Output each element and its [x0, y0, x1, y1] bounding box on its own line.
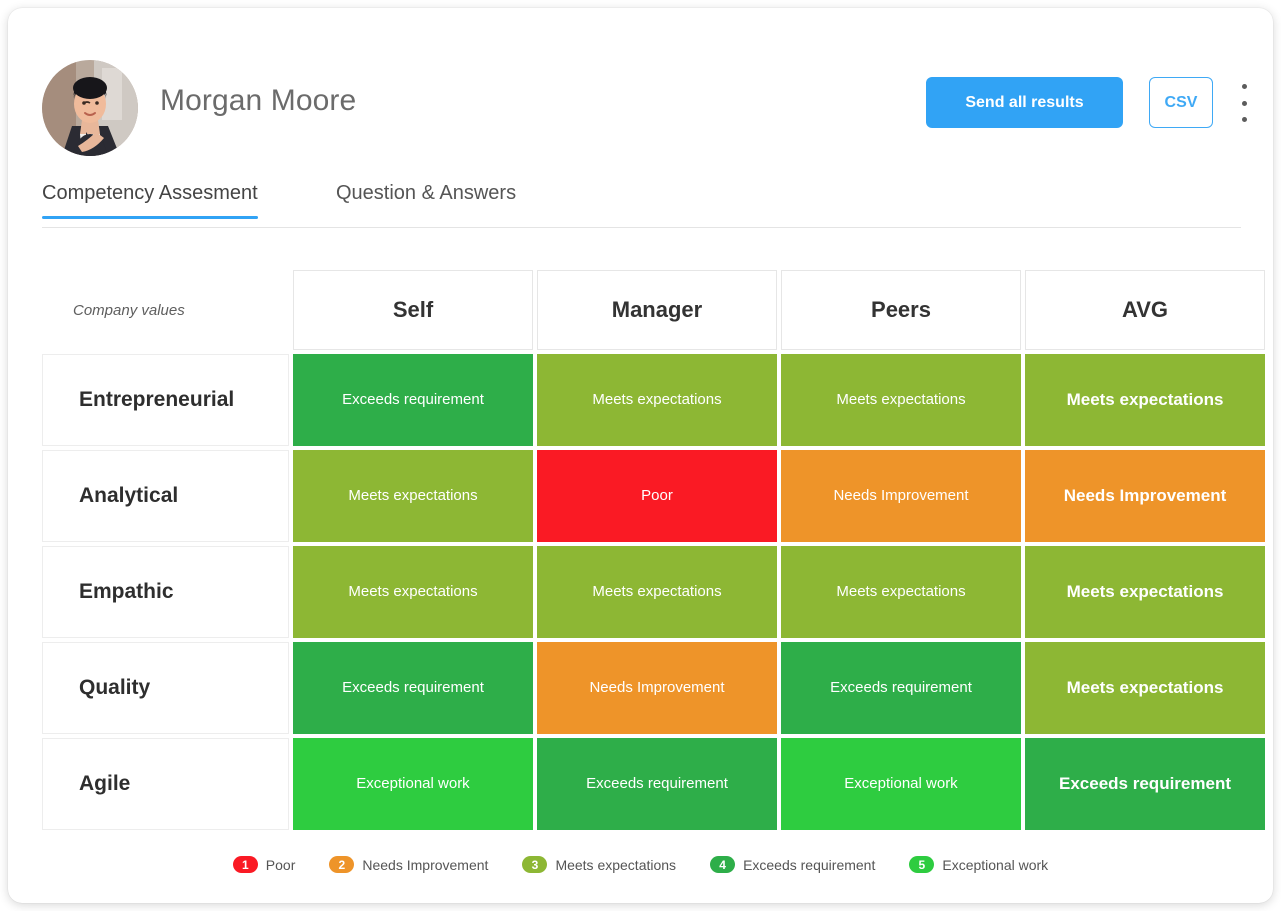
- rating-cell-analytical-avg: Needs Improvement: [1025, 450, 1265, 542]
- competency-matrix: Company values Self Manager Peers AVG En…: [42, 270, 1265, 830]
- table-row: Empathic Meets expectations Meets expect…: [42, 546, 1265, 638]
- csv-export-button[interactable]: CSV: [1149, 77, 1213, 128]
- rating-cell-empathic-avg: Meets expectations: [1025, 546, 1265, 638]
- tab-bar: Competency Assesment Question & Answers: [8, 176, 1273, 229]
- rating-cell-entrepreneurial-manager[interactable]: Meets expectations: [537, 354, 777, 446]
- rating-cell-analytical-peers[interactable]: Needs Improvement: [781, 450, 1021, 542]
- rating-cell-entrepreneurial-avg: Meets expectations: [1025, 354, 1265, 446]
- rating-cell-agile-manager[interactable]: Exceeds requirement: [537, 738, 777, 830]
- tab-bar-divider: [42, 227, 1241, 228]
- column-header-peers: Peers: [781, 270, 1021, 350]
- tab-competency-assesment[interactable]: Competency Assesment: [42, 182, 258, 219]
- legend-badge: 4: [710, 856, 736, 873]
- page-header: Morgan Moore Send all results CSV: [8, 8, 1273, 158]
- rating-cell-quality-avg: Meets expectations: [1025, 642, 1265, 734]
- rating-cell-agile-self[interactable]: Exceptional work: [293, 738, 533, 830]
- row-label-quality: Quality: [42, 642, 289, 734]
- legend-badge: 2: [329, 856, 355, 873]
- rating-cell-empathic-manager[interactable]: Meets expectations: [537, 546, 777, 638]
- legend-label: Exceptional work: [942, 856, 1049, 873]
- rating-cell-entrepreneurial-peers[interactable]: Meets expectations: [781, 354, 1021, 446]
- table-row: Entrepreneurial Exceeds requirement Meet…: [42, 354, 1265, 446]
- kebab-dot: [1241, 100, 1247, 106]
- rating-cell-quality-self[interactable]: Exceeds requirement: [293, 642, 533, 734]
- row-label-agile: Agile: [42, 738, 289, 830]
- rating-cell-agile-avg: Exceeds requirement: [1025, 738, 1265, 830]
- legend-item-meets-expectations: 3 Meets expectations: [522, 856, 676, 873]
- rating-cell-analytical-self[interactable]: Meets expectations: [293, 450, 533, 542]
- legend-item-poor: 1 Poor: [232, 856, 296, 873]
- table-row: Agile Exceptional work Exceeds requireme…: [42, 738, 1265, 830]
- table-row: Analytical Meets expectations Poor Needs…: [42, 450, 1265, 542]
- matrix-corner-cell: Company values: [42, 270, 289, 350]
- legend-label: Needs Improvement: [362, 856, 489, 873]
- rating-cell-analytical-manager[interactable]: Poor: [537, 450, 777, 542]
- legend-item-needs-improvement: 2 Needs Improvement: [329, 856, 488, 873]
- legend-badge: 5: [909, 856, 935, 873]
- rating-cell-agile-peers[interactable]: Exceptional work: [781, 738, 1021, 830]
- rating-cell-empathic-peers[interactable]: Meets expectations: [781, 546, 1021, 638]
- legend-badge: 1: [232, 856, 258, 873]
- column-header-manager: Manager: [537, 270, 777, 350]
- legend-badge: 3: [522, 856, 548, 873]
- row-label-analytical: Analytical: [42, 450, 289, 542]
- matrix-header-row: Company values Self Manager Peers AVG: [42, 270, 1265, 350]
- kebab-menu-icon[interactable]: [1232, 84, 1256, 122]
- tab-question-answers[interactable]: Question & Answers: [336, 182, 516, 205]
- column-header-avg: AVG: [1025, 270, 1265, 350]
- legend-item-exceptional-work: 5 Exceptional work: [909, 856, 1048, 873]
- send-all-results-button[interactable]: Send all results: [926, 77, 1123, 128]
- legend-label: Meets expectations: [555, 856, 677, 873]
- rating-cell-empathic-self[interactable]: Meets expectations: [293, 546, 533, 638]
- page-title: Morgan Moore: [160, 84, 357, 117]
- avatar: [42, 60, 138, 156]
- kebab-dot: [1241, 117, 1247, 122]
- report-card: Morgan Moore Send all results CSV Compet…: [8, 8, 1273, 903]
- kebab-dot: [1241, 84, 1247, 89]
- company-values-label: Company values: [73, 301, 185, 319]
- column-header-self: Self: [293, 270, 533, 350]
- table-row: Quality Exceeds requirement Needs Improv…: [42, 642, 1265, 734]
- legend-label: Exceeds requirement: [743, 856, 876, 873]
- rating-legend: 1 Poor 2 Needs Improvement 3 Meets expec…: [8, 856, 1273, 873]
- legend-label: Poor: [265, 856, 296, 873]
- rating-cell-quality-peers[interactable]: Exceeds requirement: [781, 642, 1021, 734]
- rating-cell-entrepreneurial-self[interactable]: Exceeds requirement: [293, 354, 533, 446]
- legend-item-exceeds-requirement: 4 Exceeds requirement: [710, 856, 875, 873]
- page-root: Morgan Moore Send all results CSV Compet…: [0, 0, 1281, 911]
- rating-cell-quality-manager[interactable]: Needs Improvement: [537, 642, 777, 734]
- row-label-empathic: Empathic: [42, 546, 289, 638]
- row-label-entrepreneurial: Entrepreneurial: [42, 354, 289, 446]
